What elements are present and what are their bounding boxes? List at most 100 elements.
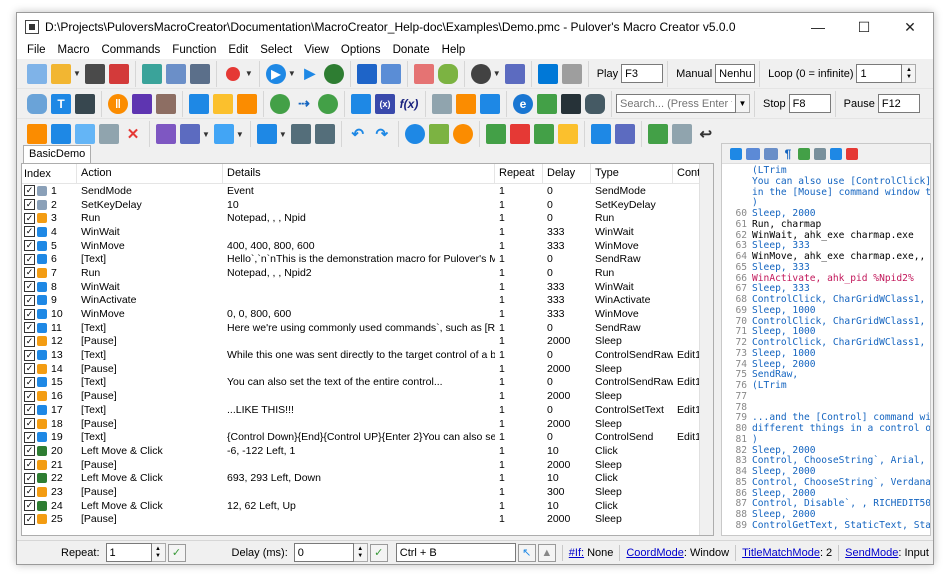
find-icon[interactable] (404, 124, 425, 144)
row-checkbox[interactable]: ✓ (24, 390, 35, 402)
rename-tab-icon[interactable] (557, 124, 578, 144)
import-icon[interactable] (590, 124, 611, 144)
row-checkbox[interactable]: ✓ (24, 294, 35, 306)
image-search-icon[interactable] (213, 93, 233, 114)
open-folder-icon[interactable] (51, 63, 71, 84)
clear-icon[interactable] (671, 124, 692, 144)
toggle-icon[interactable] (437, 63, 458, 84)
paste-icon[interactable] (99, 124, 119, 144)
table-row[interactable]: ✓ 13 [Text] While this one was sent directl… (22, 348, 713, 362)
new-file-icon[interactable] (27, 63, 47, 84)
settings-icon[interactable] (814, 147, 826, 160)
preview-icon[interactable] (165, 63, 186, 84)
ie-icon[interactable]: e (513, 93, 533, 114)
row-checkbox[interactable]: ✓ (24, 212, 35, 224)
delay-input[interactable] (293, 543, 354, 562)
hotkey-input[interactable] (395, 543, 516, 562)
goto-icon[interactable]: ⇢ (294, 94, 314, 114)
maximize-button[interactable]: ☐ (841, 13, 887, 41)
network-icon[interactable] (504, 63, 525, 84)
settings-icon[interactable] (189, 63, 210, 84)
chevron-down-icon[interactable]: ▼ (202, 130, 210, 139)
row-checkbox[interactable]: ✓ (24, 459, 35, 471)
tab-basic-demo[interactable]: BasicDemo (23, 145, 92, 163)
hotkey-pick-button[interactable]: ↖ (517, 543, 536, 562)
play-hotkey-input[interactable] (621, 64, 664, 83)
table-row[interactable]: ✓ 17 [Text] ...LIKE THIS!!! 1 0 ControlSetText… (22, 403, 713, 417)
test-run-icon[interactable]: ▶ (300, 64, 320, 84)
indent-icon[interactable] (764, 147, 778, 160)
menu-file[interactable]: File (21, 44, 52, 56)
column-header-index[interactable]: Index (22, 164, 77, 183)
row-checkbox[interactable]: ✓ (24, 226, 35, 238)
copy-code-icon[interactable] (730, 147, 742, 160)
pause-icon[interactable]: ‖ (108, 93, 128, 114)
refresh-icon[interactable] (270, 93, 290, 114)
run-icon[interactable] (237, 93, 257, 114)
repeat-spinner[interactable]: ▲ ▼ (151, 543, 166, 562)
chevron-down-icon[interactable]: ▼ (236, 130, 244, 139)
cut-icon[interactable] (51, 124, 71, 144)
list-scrollbar[interactable] (699, 164, 713, 535)
save-as-icon[interactable] (108, 63, 129, 84)
table-row[interactable]: ✓ 19 [Text] {Control Down}{End}{Control UP}… (22, 430, 713, 444)
titlematchmode-link[interactable]: TitleMatchMode (742, 547, 820, 559)
timer-icon[interactable] (323, 63, 344, 84)
table-row[interactable]: ✓ 20 Left Move & Click -6, -122 Left, 1 1 10 C… (22, 444, 713, 458)
table-row[interactable]: ✓ 8 WinWait 1 333 WinWait (22, 280, 713, 294)
save-tab-icon[interactable] (614, 124, 635, 144)
terminal-icon[interactable] (561, 93, 581, 114)
window-spy-icon[interactable] (380, 63, 401, 84)
table-row[interactable]: ✓ 4 WinWait 1 333 WinWait (22, 225, 713, 239)
row-checkbox[interactable]: ✓ (24, 431, 35, 443)
message-icon[interactable] (132, 93, 152, 114)
column-header-type[interactable]: Type (591, 164, 673, 183)
table-row[interactable]: ✓ 3 Run Notepad, , , Npid 1 0 Run (22, 211, 713, 225)
copy-icon[interactable] (75, 124, 95, 144)
minimize-button[interactable]: — (795, 13, 841, 41)
column-header-delay[interactable]: Delay (543, 164, 591, 183)
coordmode-link[interactable]: CoordMode (626, 547, 683, 559)
mouse-icon[interactable] (27, 93, 47, 114)
comment-icon[interactable] (428, 124, 449, 144)
row-checkbox[interactable]: ✓ (24, 253, 35, 265)
undo-icon[interactable]: ↶ (348, 124, 368, 144)
pilcrow-icon[interactable]: ¶ (782, 147, 794, 161)
upload-icon[interactable] (480, 93, 500, 114)
text-icon[interactable]: T (51, 93, 71, 114)
email-icon[interactable] (432, 93, 452, 114)
list-icon[interactable] (256, 124, 277, 144)
table-row[interactable]: ✓ 24 Left Move & Click 12, 62 Left, Up 1 10 Cl… (22, 499, 713, 513)
row-checkbox[interactable]: ✓ (24, 376, 35, 388)
menu-edit[interactable]: Edit (222, 44, 254, 56)
if-block-icon[interactable] (351, 93, 371, 114)
stop-hotkey-input[interactable] (788, 94, 831, 113)
export-icon[interactable] (141, 63, 162, 84)
chevron-down-icon[interactable]: ▼ (279, 130, 287, 139)
export-code-icon[interactable] (830, 147, 842, 160)
row-checkbox[interactable]: ✓ (24, 404, 35, 416)
redo-icon[interactable]: ↷ (372, 124, 392, 144)
row-checkbox[interactable]: ✓ (24, 445, 35, 457)
manual-hotkey-input[interactable] (715, 64, 756, 83)
table-row[interactable]: ✓ 22 Left Move & Click 693, 293 Left, Down 1… (22, 471, 713, 485)
if-directive-label[interactable]: #If: (569, 547, 584, 559)
code-preview-panel[interactable]: ¶ (LTrim You can also use [ControlClick] … (721, 143, 931, 536)
keyboard-icon[interactable] (75, 93, 95, 114)
delete-icon[interactable]: ✕ (123, 124, 143, 144)
highlight-icon[interactable] (798, 147, 810, 160)
com-icon[interactable] (537, 93, 557, 114)
menu-donate[interactable]: Donate (387, 44, 436, 56)
row-checkbox[interactable]: ✓ (24, 418, 35, 430)
loop-spinner[interactable]: ▲ ▼ (902, 64, 917, 83)
table-row[interactable]: ✓ 18 [Pause] 1 2000 Sleep (22, 417, 713, 431)
table-row[interactable]: ✓ 25 [Pause] 1 2000 Sleep (22, 513, 713, 527)
row-checkbox[interactable]: ✓ (24, 500, 35, 512)
table-row[interactable]: ✓ 21 [Pause] 1 2000 Sleep (22, 458, 713, 472)
edit-icon[interactable] (27, 124, 47, 144)
table-row[interactable]: ✓ 12 [Pause] 1 2000 Sleep (22, 335, 713, 349)
window-command-icon[interactable] (189, 93, 209, 114)
window-icon[interactable] (356, 63, 377, 84)
table-row[interactable]: ✓ 16 [Pause] 1 2000 Sleep (22, 389, 713, 403)
sync-icon[interactable] (746, 147, 760, 160)
